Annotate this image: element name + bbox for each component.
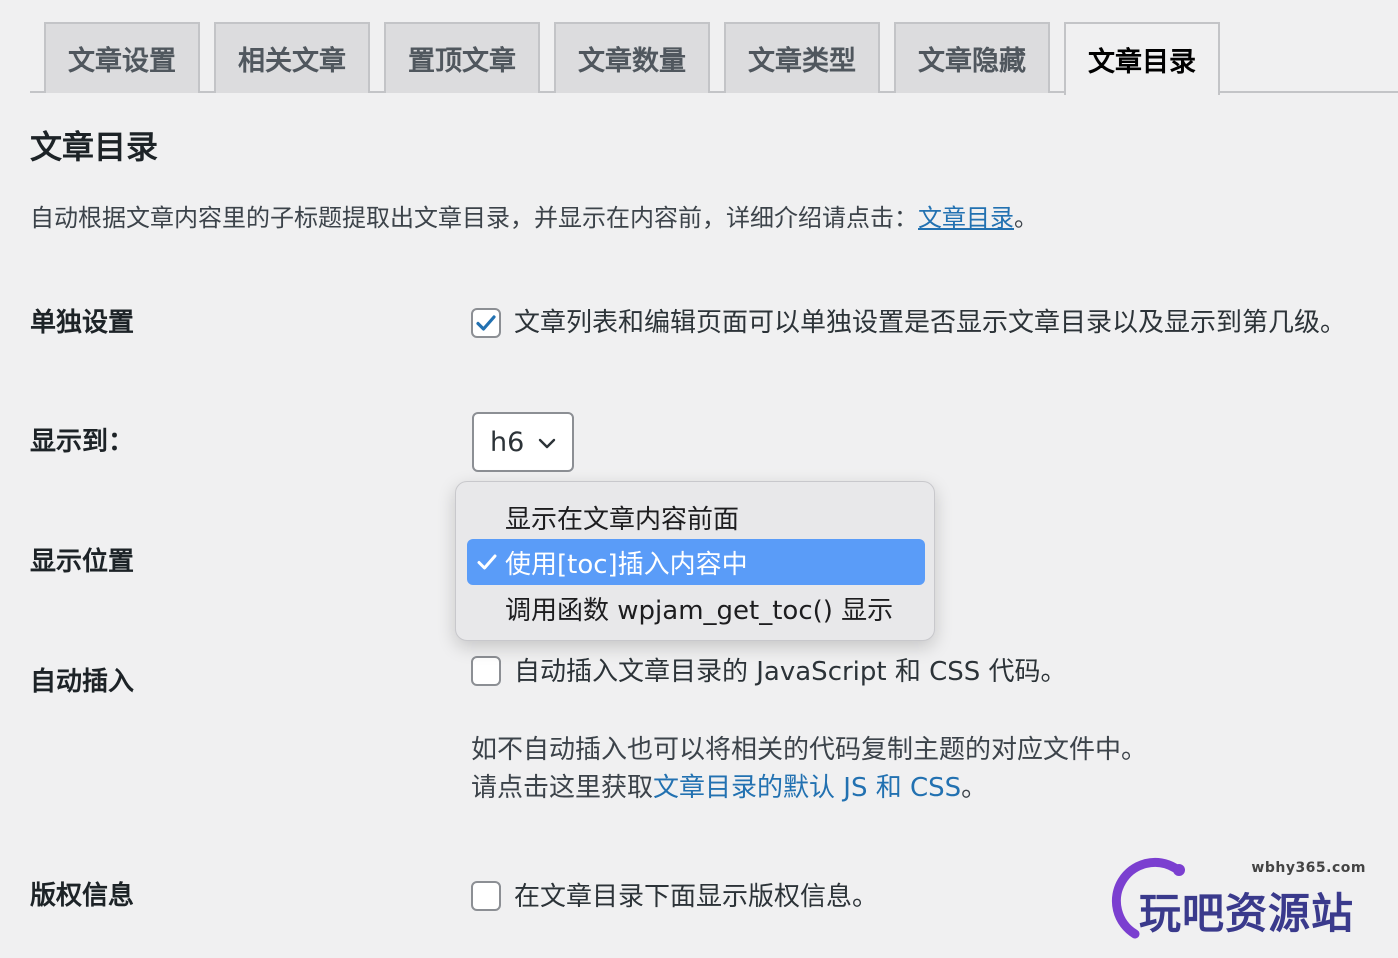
copyright-checkbox[interactable] [471,881,501,911]
option-label: 调用函数 wpjam_get_toc() 显示 [505,595,894,626]
auto-insert-note: 如不自动插入也可以将相关的代码复制主题的对应文件中。 [471,735,1148,765]
watermark-logo: wbhy365.com 玩吧资源站 [1105,852,1390,942]
note-prefix: 请点击这里获取 [471,773,654,803]
toc-doc-link[interactable]: 文章目录 [918,204,1014,232]
position-option-selected[interactable]: 使用[toc]插入内容中 [467,539,925,585]
section-description: 自动根据文章内容里的子标题提取出文章目录，并显示在内容前，详细介绍请点击：文章目… [30,200,1038,236]
check-icon [477,554,497,570]
watermark-text: 玩吧资源站 [1139,889,1355,938]
auto-insert-label: 自动插入 [30,667,135,697]
description-text: 自动根据文章内容里的子标题提取出文章目录，并显示在内容前，详细介绍请点击： [30,204,918,232]
single-setting-label: 单独设置 [30,308,135,338]
auto-insert-text: 自动插入文章目录的 JavaScript 和 CSS 代码。 [514,657,1067,687]
single-setting-checkbox[interactable] [471,308,501,338]
option-label: 使用[toc]插入内容中 [505,549,748,580]
tab-label: 文章隐藏 [918,46,1026,77]
section-title: 文章目录 [30,128,159,166]
default-js-css-link[interactable]: 文章目录的默认 JS 和 CSS [653,773,961,803]
tab-post-settings[interactable]: 文章设置 [44,22,200,93]
tab-sticky-posts[interactable]: 置顶文章 [384,22,540,93]
note-end: 。 [961,773,988,803]
watermark-url: wbhy365.com [1251,860,1366,876]
auto-insert-note-line2: 请点击这里获取文章目录的默认 JS 和 CSS。 [471,770,987,806]
tab-label: 相关文章 [238,46,346,77]
copyright-text: 在文章目录下面显示版权信息。 [514,882,879,912]
checkmark-icon [476,315,496,331]
tab-related-posts[interactable]: 相关文章 [214,22,370,93]
position-dropdown-menu: 显示在文章内容前面 使用[toc]插入内容中 调用函数 wpjam_get_to… [455,481,935,641]
position-label: 显示位置 [30,547,135,577]
single-setting-text: 文章列表和编辑页面可以单独设置是否显示文章目录以及显示到第几级。 [514,308,1347,338]
tab-label: 文章类型 [748,46,856,77]
copyright-label: 版权信息 [30,881,135,911]
settings-tabs: 文章设置 相关文章 置顶文章 文章数量 文章类型 文章隐藏 文章目录 [30,0,1398,95]
tab-post-hidden[interactable]: 文章隐藏 [894,22,1050,93]
depth-select-value: h6 [490,426,525,458]
auto-insert-checkbox[interactable] [471,656,501,686]
tab-toc[interactable]: 文章目录 [1064,22,1220,95]
tab-label: 文章数量 [578,46,686,77]
tab-post-types[interactable]: 文章类型 [724,22,880,93]
position-option[interactable]: 显示在文章内容前面 [467,494,925,540]
description-end: 。 [1014,204,1038,232]
position-option[interactable]: 调用函数 wpjam_get_toc() 显示 [467,585,925,631]
depth-label: 显示到： [30,427,135,457]
depth-select[interactable]: h6 [472,412,574,472]
chevron-down-icon [538,438,556,449]
option-label: 显示在文章内容前面 [505,504,740,535]
tab-label: 置顶文章 [408,46,516,77]
tab-label: 文章目录 [1088,47,1196,78]
tab-post-count[interactable]: 文章数量 [554,22,710,93]
tab-label: 文章设置 [68,46,176,77]
